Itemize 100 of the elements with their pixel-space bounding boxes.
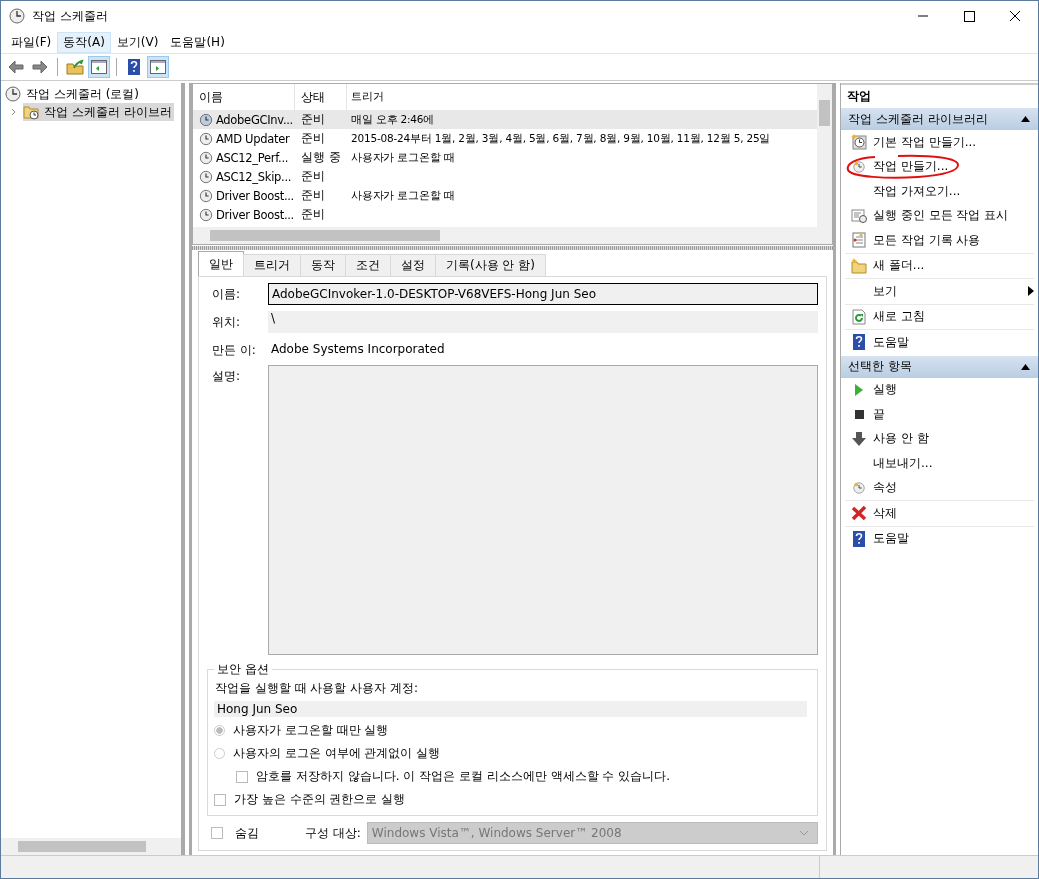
field-label: 만든 이: xyxy=(211,342,257,359)
section-header[interactable]: 선택한 항목 xyxy=(841,355,1038,378)
option-label: 사용자의 로그온 여부에 관계없이 실행 xyxy=(233,745,441,762)
task-name[interactable]: Driver Boost... xyxy=(216,207,294,222)
author-field[interactable]: Adobe Systems Incorporated xyxy=(268,339,818,359)
clock-icon xyxy=(852,480,866,495)
action-item[interactable]: 실행 중인 모든 작업 표시 xyxy=(873,207,1009,225)
checkbox[interactable] xyxy=(236,770,248,783)
log-icon xyxy=(851,232,867,249)
submenu-arrow-icon xyxy=(1028,286,1034,297)
field-label: 설명: xyxy=(211,368,242,385)
section-title: 작업 스케줄러 라이브러리 xyxy=(848,110,988,128)
section-title: 선택한 항목 xyxy=(848,358,912,375)
section-header[interactable]: 작업 스케줄러 라이브러리 xyxy=(841,108,1038,130)
task-status: 준비 xyxy=(300,168,326,185)
option-label: 암호를 저장하지 않습니다. 이 작업은 로컬 리소스에만 액세스할 수 있습니다. xyxy=(256,768,670,785)
location-field[interactable]: \ xyxy=(268,311,818,333)
column-header[interactable]: 트리거 xyxy=(347,84,817,110)
action-item[interactable]: 보기 xyxy=(873,282,897,300)
action-item[interactable]: 내보내기... xyxy=(873,454,933,472)
clock-icon xyxy=(9,8,25,24)
task-trigger: 2015-08-24부터 1월, 2월, 3월, 4월, 5월, 6월, 7월, 8월, 9월, 10월, 11월, 12월 5, 25일 xyxy=(350,131,772,146)
task-name[interactable]: AMD Updater xyxy=(216,131,290,146)
tab[interactable]: 설정 xyxy=(390,254,436,276)
tab[interactable]: 조건 xyxy=(345,254,391,276)
play-icon xyxy=(854,383,864,396)
radio-button[interactable] xyxy=(214,725,225,736)
task-name[interactable]: ASC12_Perf... xyxy=(216,150,289,165)
tab[interactable]: 일반 xyxy=(198,251,244,276)
panel-icon[interactable] xyxy=(147,56,169,78)
description-field[interactable] xyxy=(268,365,818,655)
task-status: 준비 xyxy=(300,206,326,223)
account-label: 작업을 실행할 때 사용할 사용자 계정: xyxy=(214,680,420,697)
tab[interactable]: 기록(사용 안 함) xyxy=(435,254,546,276)
folder-clock-icon xyxy=(23,104,39,120)
tab[interactable]: 트리거 xyxy=(243,254,301,276)
task-name[interactable]: AdobeGCInv... xyxy=(216,112,293,127)
down-arrow-icon xyxy=(852,431,866,446)
checkbox[interactable] xyxy=(211,827,223,839)
menu-item[interactable]: 동작(A) xyxy=(57,31,111,53)
task-trigger: 매일 오후 2:46에 xyxy=(350,112,436,127)
window-title: 작업 스케줄러 xyxy=(32,7,108,25)
clock-icon xyxy=(199,188,213,203)
menu-item[interactable]: 보기(V) xyxy=(110,31,165,53)
action-item[interactable]: 새로 고침 xyxy=(873,308,925,326)
horizontal-scrollbar[interactable] xyxy=(1,838,181,855)
group-title: 보안 옵션 xyxy=(216,661,270,678)
action-item[interactable]: 속성 xyxy=(873,479,897,497)
action-item[interactable]: 기본 작업 만들기... xyxy=(873,133,977,151)
collapse-arrow-icon[interactable] xyxy=(1021,116,1030,122)
task-trigger: 사용자가 로그온할 때 xyxy=(350,188,456,203)
folder-icon xyxy=(851,257,867,274)
refresh-icon xyxy=(851,308,867,325)
action-item[interactable]: 실행 xyxy=(873,381,897,399)
panel-icon[interactable] xyxy=(88,56,110,78)
action-item[interactable]: 도움말 xyxy=(873,333,909,351)
action-item[interactable]: 모든 작업 기록 사용 xyxy=(873,231,981,249)
clock-icon xyxy=(5,86,21,102)
horizontal-scrollbar[interactable] xyxy=(193,227,832,244)
task-status: 준비 xyxy=(300,111,326,128)
task-name[interactable]: ASC12_Skip... xyxy=(216,169,292,184)
action-item[interactable]: 새 폴더... xyxy=(873,257,925,275)
clock-icon xyxy=(199,150,213,165)
action-item[interactable]: 작업 가져오기... xyxy=(873,182,961,200)
stop-icon xyxy=(854,409,864,419)
action-item[interactable]: 삭제 xyxy=(873,504,897,522)
clock-icon xyxy=(199,207,213,222)
action-item[interactable]: 사용 안 함 xyxy=(873,430,929,448)
clock-icon xyxy=(851,134,867,151)
action-item[interactable]: 도움말 xyxy=(873,530,909,548)
tree-item[interactable]: 작업 스케줄러 (로컬) xyxy=(26,85,139,103)
checkbox-label: 숨김 xyxy=(235,824,260,842)
name-field[interactable]: AdobeGCInvoker-1.0-DESKTOP-V68VEFS-Hong Jun Seo xyxy=(268,283,818,305)
delete-icon xyxy=(851,505,867,522)
checkbox[interactable] xyxy=(214,793,226,806)
option-label: 사용자가 로그온할 때만 실행 xyxy=(233,722,389,739)
option-label: 가장 높은 수준의 권한으로 실행 xyxy=(234,791,406,808)
help-icon xyxy=(853,530,865,547)
caret-icon xyxy=(799,830,809,836)
clock-icon xyxy=(199,112,213,127)
field-label: 위치: xyxy=(211,314,242,331)
tab[interactable]: 동작 xyxy=(300,254,346,276)
folder-icon[interactable] xyxy=(64,56,86,78)
clock-icon xyxy=(199,131,213,146)
help-icon xyxy=(853,334,865,351)
collapse-arrow-icon[interactable] xyxy=(1021,363,1030,370)
task-trigger: 사용자가 로그온할 때 xyxy=(350,150,456,165)
menu-item[interactable]: 파일(F) xyxy=(5,31,58,53)
menu-item[interactable]: 도움말(H) xyxy=(164,31,231,53)
list-clock-icon xyxy=(851,207,867,224)
action-item[interactable]: 끝 xyxy=(873,405,885,423)
field-label: 구성 대상: xyxy=(305,824,361,842)
task-status: 준비 xyxy=(300,187,326,204)
task-status: 실행 중 xyxy=(300,149,342,166)
action-item[interactable]: 작업 만들기... xyxy=(873,158,949,176)
vertical-scrollbar[interactable] xyxy=(817,84,832,227)
clock-icon xyxy=(199,169,213,184)
field-label: 이름: xyxy=(211,286,242,303)
account-field: Hong Jun Seo xyxy=(214,701,807,717)
task-name[interactable]: Driver Boost... xyxy=(216,188,294,203)
